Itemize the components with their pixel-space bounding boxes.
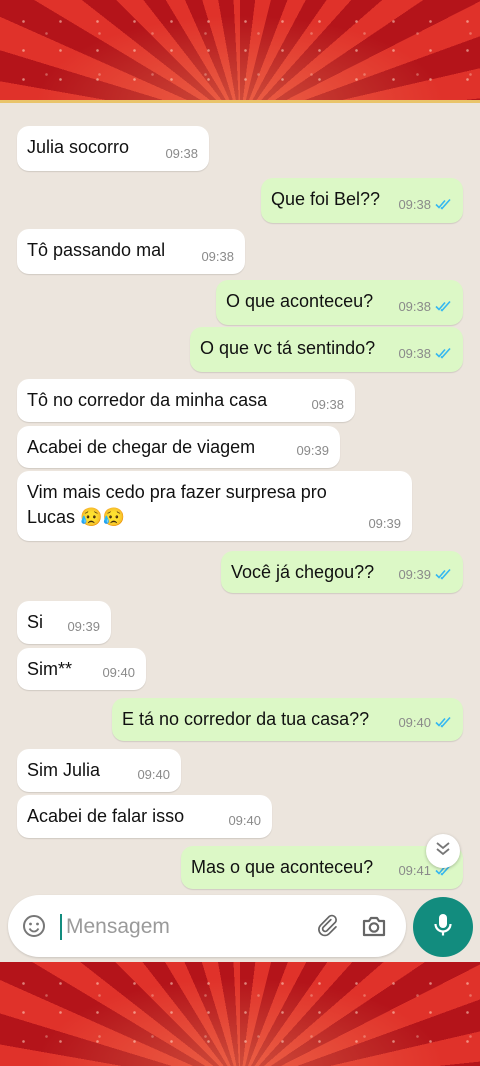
- message-time: 09:39: [67, 619, 100, 634]
- read-ticks-icon: [435, 193, 453, 218]
- message-text: O que vc tá sentindo?: [200, 338, 376, 358]
- message-text: Tô passando mal: [27, 240, 166, 260]
- time-value: 09:41: [398, 862, 431, 878]
- message-text: Você já chegou??: [231, 562, 375, 582]
- message-text: Sim**: [27, 659, 73, 679]
- message-time: 09:40: [398, 710, 453, 736]
- message-time: 09:39: [296, 443, 329, 458]
- message-bubble[interactable]: Sim Julia 09:40: [17, 749, 181, 792]
- message-text: Tô no corredor da minha casa: [27, 390, 268, 410]
- read-ticks-icon: [435, 563, 453, 588]
- attach-icon[interactable]: [313, 912, 341, 945]
- message-text: E tá no corredor da tua casa??: [122, 709, 370, 729]
- message-time: 09:40: [228, 813, 261, 828]
- scroll-to-bottom-button[interactable]: [426, 834, 460, 868]
- decorative-banner-top: [0, 0, 480, 103]
- message-text: Sim Julia: [27, 760, 101, 780]
- message-text: Acabei de falar isso: [27, 806, 185, 826]
- time-value: 09:38: [398, 298, 431, 314]
- message-text: Mas o que aconteceu?: [191, 857, 374, 877]
- time-value: 09:38: [398, 196, 431, 212]
- message-time: 09:38: [201, 249, 234, 264]
- message-bubble[interactable]: Tô passando mal 09:38: [17, 229, 245, 274]
- camera-icon[interactable]: [360, 912, 388, 945]
- read-ticks-icon: [435, 295, 453, 320]
- message-bubble[interactable]: Julia socorro 09:38: [17, 126, 209, 171]
- mic-icon: [431, 911, 455, 944]
- message-time: 09:38: [398, 192, 453, 218]
- message-bubble[interactable]: O que aconteceu? 09:38: [216, 280, 463, 325]
- time-value: 09:39: [398, 566, 431, 582]
- decorative-banner-bottom: [0, 962, 480, 1066]
- read-ticks-icon: [435, 711, 453, 736]
- message-text: Que foi Bel??: [271, 189, 381, 209]
- message-time: 09:38: [311, 397, 344, 412]
- message-input[interactable]: [64, 908, 288, 946]
- message-bubble[interactable]: Mas o que aconteceu? 09:41: [181, 846, 463, 889]
- message-bubble[interactable]: Acabei de chegar de viagem 09:39: [17, 426, 340, 468]
- message-bubble[interactable]: Tô no corredor da minha casa 09:38: [17, 379, 355, 422]
- message-bubble[interactable]: Si 09:39: [17, 601, 111, 644]
- message-text: Acabei de chegar de viagem: [27, 437, 256, 457]
- message-bubble[interactable]: Vim mais cedo pra fazer surpresa pro Luc…: [17, 471, 412, 541]
- message-time: 09:40: [102, 665, 135, 680]
- message-bubble[interactable]: Que foi Bel?? 09:38: [261, 178, 463, 223]
- message-bubble[interactable]: E tá no corredor da tua casa?? 09:40: [112, 698, 463, 741]
- message-text: Si: [27, 612, 44, 632]
- message-bubble[interactable]: O que vc tá sentindo? 09:38: [190, 327, 463, 372]
- message-time: 09:39: [368, 516, 401, 531]
- time-value: 09:38: [398, 345, 431, 361]
- message-text: O que aconteceu?: [226, 291, 374, 311]
- message-bubble[interactable]: Acabei de falar isso 09:40: [17, 795, 272, 838]
- message-composer[interactable]: [8, 895, 406, 957]
- text-caret: [60, 914, 62, 940]
- message-bubble[interactable]: Sim** 09:40: [17, 648, 146, 690]
- chevron-down-double-icon: [434, 840, 452, 863]
- voice-record-button[interactable]: [413, 897, 473, 957]
- message-text-line2: Lucas 😥😥: [27, 507, 125, 527]
- emoji-icon[interactable]: [22, 914, 46, 943]
- message-text: Julia socorro: [27, 137, 130, 157]
- message-text: Vim mais cedo pra fazer surpresa pro: [27, 482, 327, 502]
- message-time: 09:38: [398, 341, 453, 367]
- message-bubble[interactable]: Você já chegou?? 09:39: [221, 551, 463, 593]
- read-ticks-icon: [435, 342, 453, 367]
- message-time: 09:38: [165, 146, 198, 161]
- message-time: 09:38: [398, 294, 453, 320]
- chat-area[interactable]: Julia socorro 09:38 Que foi Bel?? 09:38 …: [0, 103, 480, 962]
- time-value: 09:40: [398, 714, 431, 730]
- message-time: 09:39: [398, 562, 453, 588]
- message-time: 09:40: [137, 767, 170, 782]
